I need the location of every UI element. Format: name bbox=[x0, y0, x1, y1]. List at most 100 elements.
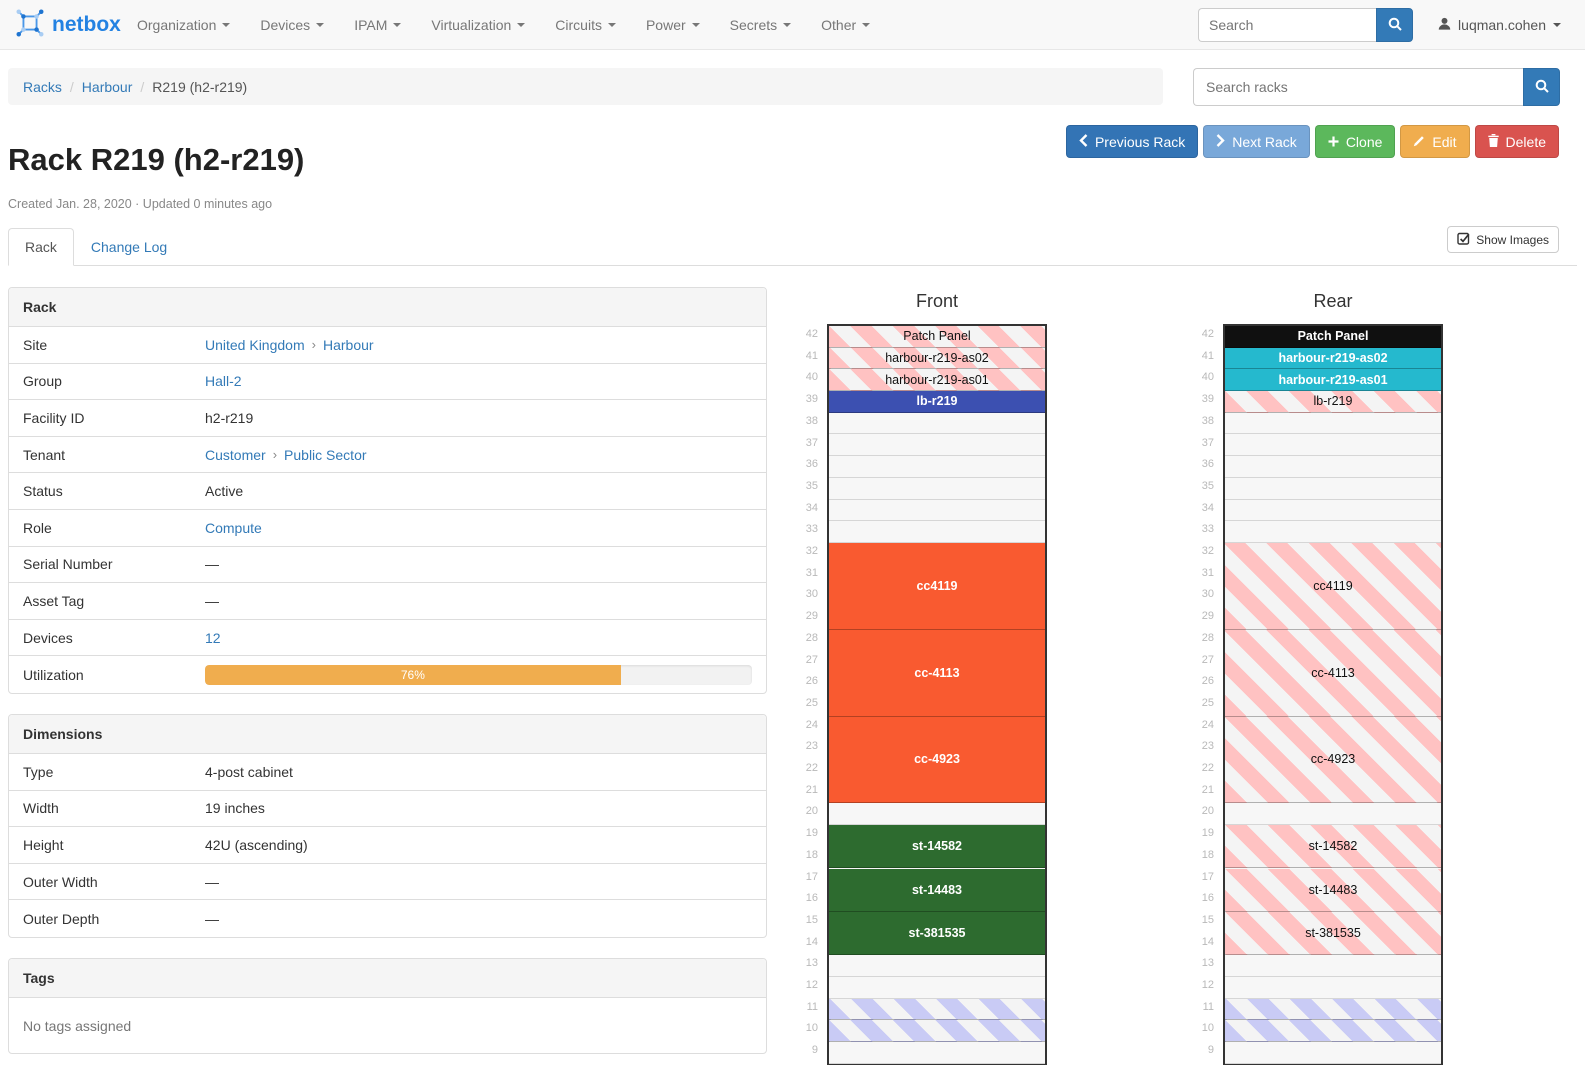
rack-device-block[interactable]: lb-r219 bbox=[829, 391, 1045, 413]
unit-number: 26 bbox=[784, 671, 818, 693]
show-images-button[interactable]: Show Images bbox=[1447, 226, 1559, 253]
detail-text: h2-r219 bbox=[205, 410, 253, 426]
detail-link[interactable]: Compute bbox=[205, 520, 262, 536]
menu-item-organization[interactable]: Organization bbox=[122, 0, 245, 50]
rack-unit-empty bbox=[1225, 803, 1441, 825]
unit-number: 36 bbox=[784, 454, 818, 476]
rack-device-block[interactable]: st-14483 bbox=[829, 869, 1045, 912]
unit-number: 34 bbox=[1180, 498, 1214, 520]
breadcrumb-link[interactable]: Racks bbox=[23, 79, 62, 95]
rack-panel: Rack SiteUnited Kingdom›HarbourGroupHall… bbox=[8, 287, 767, 694]
detail-row: SiteUnited Kingdom›Harbour bbox=[9, 327, 766, 364]
user-menu[interactable]: luqman.cohen bbox=[1438, 0, 1561, 50]
rack-device-block[interactable]: harbour-r219-as02 bbox=[829, 348, 1045, 370]
detail-value: 4-post cabinet bbox=[205, 764, 766, 780]
next-rack-button[interactable]: Next Rack bbox=[1203, 125, 1310, 158]
device-label: st-14582 bbox=[1309, 839, 1358, 853]
rack-device-block[interactable]: st-381535 bbox=[1225, 912, 1441, 955]
rack-unit-empty bbox=[829, 413, 1045, 435]
unit-number: 38 bbox=[784, 411, 818, 433]
rack-device-block[interactable]: cc4119 bbox=[1225, 543, 1441, 630]
delete-button[interactable]: Delete bbox=[1475, 125, 1559, 158]
edit-button[interactable]: Edit bbox=[1400, 125, 1469, 158]
detail-value: Compute bbox=[205, 520, 766, 536]
utilization-progress: 76% bbox=[205, 665, 752, 685]
rack-device-block[interactable]: st-14582 bbox=[1225, 825, 1441, 868]
detail-text: — bbox=[205, 911, 219, 927]
rack-device-block[interactable]: harbour-r219-as01 bbox=[829, 369, 1045, 391]
menu-item-power[interactable]: Power bbox=[631, 0, 715, 50]
rack-device-block[interactable]: st-14483 bbox=[1225, 869, 1441, 912]
device-label: lb-r219 bbox=[917, 394, 958, 408]
search-input[interactable] bbox=[1198, 8, 1376, 42]
menu-item-ipam[interactable]: IPAM bbox=[339, 0, 416, 50]
detail-label: Asset Tag bbox=[9, 593, 205, 609]
global-search bbox=[1198, 8, 1413, 42]
detail-label: Facility ID bbox=[9, 410, 205, 426]
detail-value: — bbox=[205, 556, 766, 572]
search-button[interactable] bbox=[1376, 8, 1413, 42]
detail-label: Type bbox=[9, 764, 205, 780]
detail-link[interactable]: United Kingdom bbox=[205, 337, 305, 353]
rack-unit-empty bbox=[1225, 456, 1441, 478]
menu-item-secrets[interactable]: Secrets bbox=[715, 0, 806, 50]
detail-value: 42U (ascending) bbox=[205, 837, 766, 853]
unit-number: 18 bbox=[1180, 845, 1214, 867]
chevron-down-icon bbox=[608, 23, 616, 27]
rack-unit-empty bbox=[1225, 955, 1441, 977]
chevron-down-icon bbox=[783, 23, 791, 27]
unit-number: 25 bbox=[1180, 693, 1214, 715]
unit-number: 13 bbox=[784, 953, 818, 975]
device-label: harbour-r219-as02 bbox=[885, 351, 989, 365]
rack-unit-reserved bbox=[829, 999, 1045, 1021]
breadcrumb-link[interactable]: Harbour bbox=[82, 79, 133, 95]
unit-number: 22 bbox=[784, 758, 818, 780]
rack-device-block[interactable]: cc-4113 bbox=[1225, 630, 1441, 717]
pencil-icon bbox=[1413, 134, 1425, 150]
tab-rack[interactable]: Rack bbox=[8, 228, 74, 266]
rack-device-block[interactable]: harbour-r219-as02 bbox=[1225, 348, 1441, 370]
unit-number: 32 bbox=[784, 541, 818, 563]
chevron-down-icon bbox=[316, 23, 324, 27]
rack-device-block[interactable]: Patch Panel bbox=[1225, 326, 1441, 348]
rack-device-block[interactable]: cc-4113 bbox=[829, 630, 1045, 717]
chevron-down-icon bbox=[517, 23, 525, 27]
tab-change-log[interactable]: Change Log bbox=[74, 228, 184, 266]
rack-device-block[interactable]: lb-r219 bbox=[1225, 391, 1441, 413]
unit-number: 32 bbox=[1180, 541, 1214, 563]
detail-link[interactable]: Harbour bbox=[323, 337, 374, 353]
unit-number: 21 bbox=[1180, 780, 1214, 802]
menu-item-other[interactable]: Other bbox=[806, 0, 885, 50]
detail-link[interactable]: Customer bbox=[205, 447, 266, 463]
menu-item-devices[interactable]: Devices bbox=[245, 0, 339, 50]
detail-link[interactable]: 12 bbox=[205, 630, 221, 646]
detail-value: Hall-2 bbox=[205, 373, 766, 389]
previous-rack-button[interactable]: Previous Rack bbox=[1066, 125, 1198, 158]
rack-device-block[interactable]: st-381535 bbox=[829, 912, 1045, 955]
rack-search bbox=[1193, 68, 1560, 106]
menu-item-circuits[interactable]: Circuits bbox=[540, 0, 631, 50]
menu-label: Virtualization bbox=[431, 17, 511, 33]
checkbox-icon bbox=[1457, 232, 1470, 248]
netbox-logo[interactable]: netbox bbox=[15, 0, 121, 50]
rear-rack-elevation: Patch Panelharbour-r219-as02harbour-r219… bbox=[1223, 324, 1443, 1065]
clone-button[interactable]: Clone bbox=[1315, 125, 1396, 158]
rack-device-block[interactable]: harbour-r219-as01 bbox=[1225, 369, 1441, 391]
rack-search-input[interactable] bbox=[1193, 68, 1523, 106]
rack-search-button[interactable] bbox=[1523, 68, 1560, 106]
detail-label: Outer Depth bbox=[9, 911, 205, 927]
rack-device-block[interactable]: Patch Panel bbox=[829, 326, 1045, 348]
breadcrumb: Racks/Harbour/R219 (h2-r219) bbox=[8, 68, 1163, 105]
rack-device-block[interactable]: st-14582 bbox=[829, 825, 1045, 868]
chevron-right-icon bbox=[1216, 134, 1225, 150]
detail-value: Customer›Public Sector bbox=[205, 447, 766, 463]
detail-link[interactable]: Hall-2 bbox=[205, 373, 242, 389]
rack-device-block[interactable]: cc4119 bbox=[829, 543, 1045, 630]
rack-device-block[interactable]: cc-4923 bbox=[829, 717, 1045, 804]
rack-device-block[interactable]: cc-4923 bbox=[1225, 717, 1441, 804]
detail-link[interactable]: Public Sector bbox=[284, 447, 366, 463]
main-menu: OrganizationDevicesIPAM Virtualization Cir… bbox=[122, 0, 885, 50]
menu-item-virtualization[interactable]: Virtualization bbox=[416, 0, 540, 50]
unit-number: 23 bbox=[784, 736, 818, 758]
unit-number: 37 bbox=[1180, 433, 1214, 455]
